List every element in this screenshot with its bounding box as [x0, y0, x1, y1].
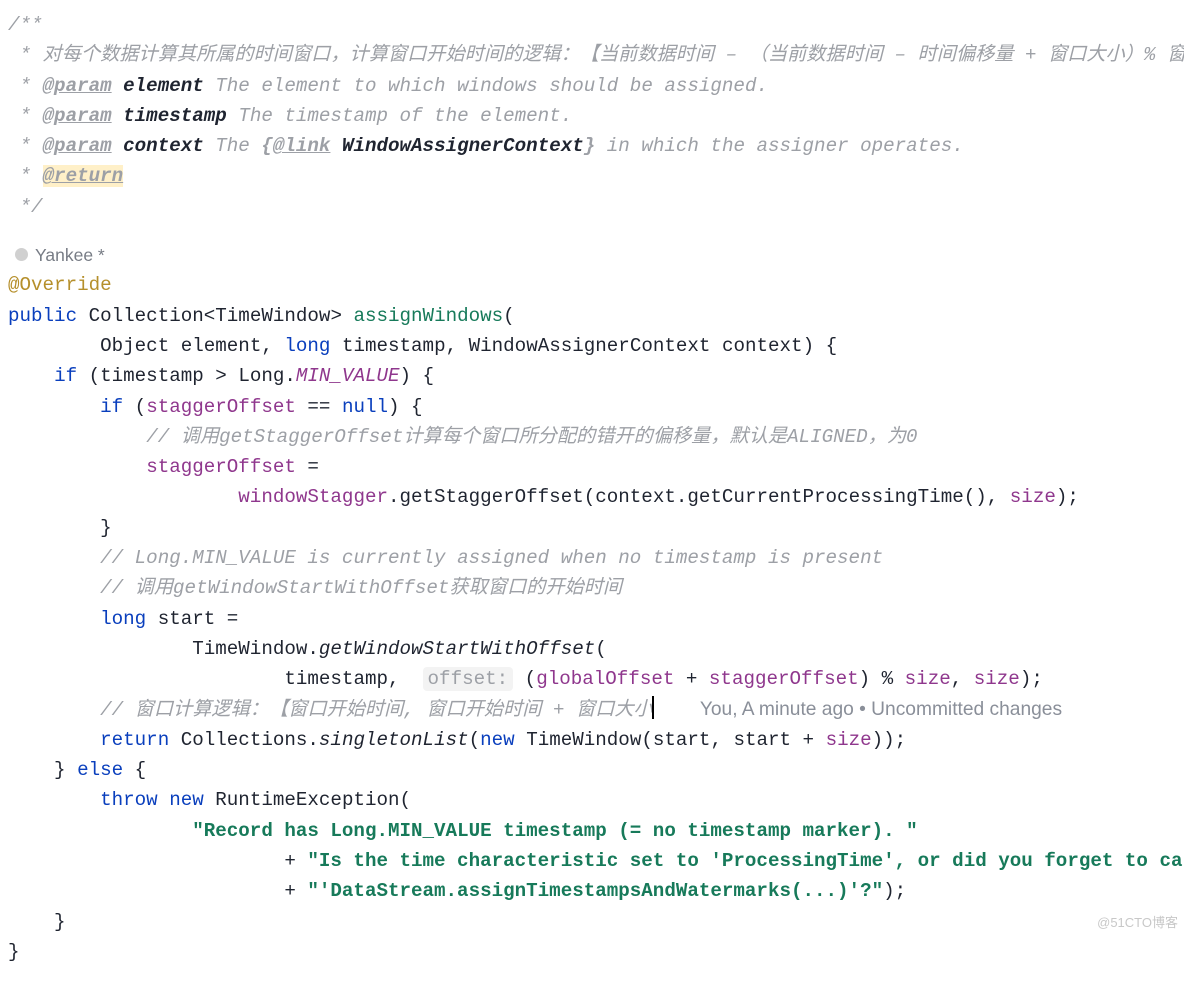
var: timestamp [100, 365, 204, 387]
string-literal: "Record has Long.MIN_VALUE timestamp (= … [192, 820, 917, 842]
doc-param-name: context [123, 135, 204, 157]
var: start [158, 608, 216, 630]
type: TimeWindow [192, 638, 307, 660]
param-name: timestamp [342, 335, 446, 357]
keyword-throw: throw [100, 789, 158, 811]
doc-param-name: timestamp [123, 105, 227, 127]
var: start [653, 729, 711, 751]
type: TimeWindow [526, 729, 641, 751]
param-name: element [181, 335, 262, 357]
type-param: TimeWindow [215, 305, 330, 327]
field: staggerOffset [146, 396, 296, 418]
git-code-lens[interactable]: You, A minute ago • Uncommitted changes [700, 699, 1062, 720]
field: size [1010, 486, 1056, 508]
doc-link-brace: } [584, 135, 596, 157]
doc-param-text: The element to which windows should be a… [215, 75, 768, 97]
field: staggerOffset [709, 668, 859, 690]
doc-param-tag: @param [43, 105, 112, 127]
op: > [215, 365, 227, 387]
field: staggerOffset [146, 456, 296, 478]
keyword-return: return [100, 729, 169, 751]
field: size [826, 729, 872, 751]
static-method: getWindowStartWithOffset [319, 638, 595, 660]
const: MIN_VALUE [296, 365, 400, 387]
keyword-if: if [54, 365, 77, 387]
doc-desc: * 对每个数据计算其所属的时间窗口，计算窗口开始时间的逻辑：【当前数据时间 – … [8, 44, 1184, 66]
author-annotation: Yankee * [0, 240, 1184, 270]
code-block: /** * 对每个数据计算其所属的时间窗口，计算窗口开始时间的逻辑：【当前数据时… [0, 0, 1184, 985]
method-call: getStaggerOffset [400, 486, 584, 508]
type: Long [238, 365, 284, 387]
comment-editing[interactable]: // 窗口计算逻辑：【窗口开始时间, 窗口开始时间 + 窗口大小 [100, 699, 653, 721]
field: windowStagger [238, 486, 388, 508]
keyword-new: new [480, 729, 515, 751]
doc-link-tag: @link [273, 135, 331, 157]
author-name: Yankee * [35, 240, 105, 270]
string-literal: "Is the time characteristic set to 'Proc… [307, 850, 1184, 872]
var: context [595, 486, 676, 508]
method-call: getCurrentProcessingTime [687, 486, 963, 508]
keyword-if: if [100, 396, 123, 418]
return-type: Collection [89, 305, 204, 327]
comment: // Long.MIN_VALUE is currently assigned … [100, 547, 883, 569]
doc-close: */ [8, 196, 43, 218]
user-icon [15, 248, 28, 261]
doc-param-tag: @param [43, 135, 112, 157]
keyword-new: new [169, 789, 204, 811]
var: start [733, 729, 791, 751]
keyword-else: else [77, 759, 123, 781]
param-name: context [722, 335, 803, 357]
text-caret [652, 696, 654, 719]
keyword-long: long [100, 608, 146, 630]
annotation: @Override [8, 274, 112, 296]
doc-link-brace: { [261, 135, 273, 157]
keyword-public: public [8, 305, 77, 327]
doc-return-tag: @return [43, 165, 124, 187]
doc-link-target: WindowAssignerContext [342, 135, 584, 157]
doc-param-text: The [215, 135, 261, 157]
type: Collections [181, 729, 308, 751]
method-name: assignWindows [353, 305, 503, 327]
keyword-null: null [342, 396, 388, 418]
comment: // 调用getWindowStartWithOffset获取窗口的开始时间 [100, 577, 622, 599]
keyword-long: long [284, 335, 330, 357]
op: == [307, 396, 330, 418]
param-type: Object [100, 335, 169, 357]
doc-param-text: in which the assigner operates. [595, 135, 963, 157]
field: size [974, 668, 1020, 690]
comment: // 调用getStaggerOffset计算每个窗口所分配的错开的偏移量，默认… [146, 426, 917, 448]
string-literal: "'DataStream.assignTimestampsAndWatermar… [307, 880, 883, 902]
doc-param-text: The timestamp of the element. [238, 105, 572, 127]
param-type: WindowAssignerContext [469, 335, 711, 357]
field: globalOffset [536, 668, 674, 690]
var: timestamp [284, 668, 388, 690]
inlay-hint: offset: [423, 667, 514, 691]
static-method: singletonList [319, 729, 469, 751]
doc-open: /** [8, 14, 43, 36]
field: size [905, 668, 951, 690]
doc-param-name: element [123, 75, 204, 97]
type: RuntimeException [215, 789, 399, 811]
doc-param-tag: @param [43, 75, 112, 97]
